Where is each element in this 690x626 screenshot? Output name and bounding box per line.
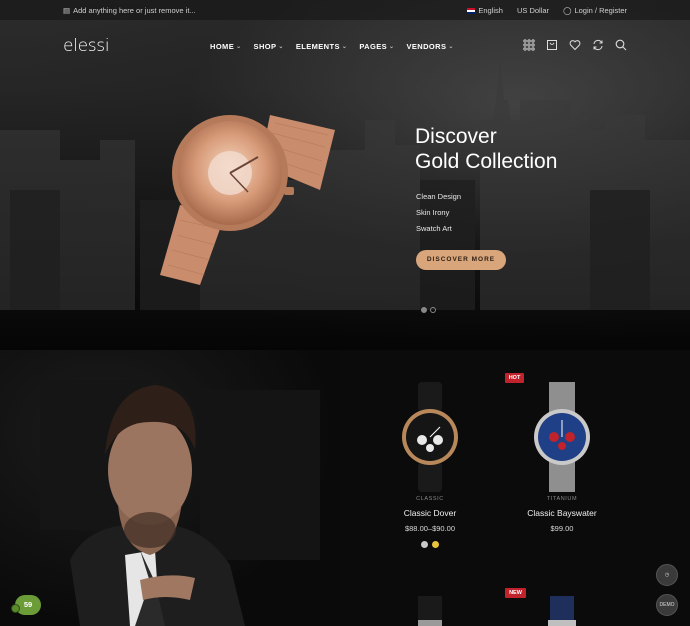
nav-item-elements[interactable]: ELEMENTS ⌄: [296, 42, 347, 51]
gold-watch-image: [160, 115, 335, 285]
watch-image-partial[interactable]: [410, 596, 450, 626]
uk-flag-icon: [467, 7, 476, 14]
site-logo[interactable]: elessi: [63, 36, 110, 56]
nav-item-shop[interactable]: SHOP ⌄: [254, 42, 284, 51]
hero-title-line-1: Discover: [415, 125, 497, 148]
demo-button[interactable]: DEMO: [656, 594, 678, 616]
slider-dot-2[interactable]: [430, 307, 436, 313]
language-selector[interactable]: English: [467, 6, 503, 15]
hero-features: Clean Design Skin Irony Swatch Art: [416, 189, 461, 237]
compare-icon[interactable]: [592, 39, 604, 51]
watch-image-classic-dover[interactable]: [400, 382, 460, 492]
announcement-text: Add anything here or just remove it...: [73, 6, 196, 15]
product-category: CLASSIC: [416, 496, 444, 502]
nav-item-home[interactable]: HOME ⌄: [210, 42, 242, 51]
feature-item: Swatch Art: [416, 224, 452, 233]
product-category: TITANIUM: [546, 496, 578, 502]
new-badge: NEW: [505, 588, 526, 598]
chevron-down-icon: ⌄: [236, 44, 242, 50]
discover-more-button[interactable]: DISCOVER MORE: [416, 250, 506, 270]
color-swatches: [375, 541, 485, 548]
note-icon: ▤: [63, 6, 71, 15]
search-icon[interactable]: [615, 39, 627, 51]
chevron-down-icon: ⌄: [448, 44, 454, 50]
product-card-classic-dover[interactable]: CLASSIC Classic Dover $88.00–$90.00: [375, 496, 485, 548]
header-icons: [523, 39, 627, 51]
feature-item: Skin Irony: [416, 208, 450, 217]
cart-dot-icon: [11, 604, 20, 613]
swatch-gold[interactable]: [432, 541, 439, 548]
hot-badge: HOT: [505, 373, 524, 383]
main-nav: HOME ⌄ SHOP ⌄ ELEMENTS ⌄ PAGES ⌄ VENDORS ⌄: [210, 42, 454, 51]
floating-cart-count[interactable]: 59: [11, 595, 41, 615]
product-grid: CLASSIC Classic Dover $88.00–$90.00 HOT …: [340, 350, 690, 626]
user-icon: ◯: [563, 6, 572, 15]
top-bar: ▤ Add anything here or just remove it...…: [0, 0, 690, 20]
model-portrait-image: [0, 350, 340, 626]
product-price: $88.00–$90.00: [404, 524, 456, 533]
heart-icon[interactable]: [569, 39, 581, 51]
currency-label: US Dollar: [516, 6, 550, 15]
product-name[interactable]: Classic Dover: [375, 508, 485, 518]
clock-icon: ◷: [664, 572, 670, 578]
hero-title-line-2: Gold Collection: [415, 150, 558, 173]
watch-image-classic-bayswater[interactable]: [532, 382, 592, 492]
currency-selector[interactable]: US Dollar: [517, 6, 549, 15]
product-card-classic-bayswater[interactable]: TITANIUM Classic Bayswater $99.00: [507, 496, 617, 533]
chevron-down-icon: ⌄: [341, 44, 348, 50]
cart-icon[interactable]: [546, 39, 558, 51]
feature-item: Clean Design: [416, 192, 462, 201]
site-header: elessi HOME ⌄ SHOP ⌄ ELEMENTS ⌄ PAGES ⌄ VEND…: [0, 20, 690, 72]
chevron-down-icon: ⌄: [278, 44, 284, 50]
slider-dots: [421, 307, 436, 313]
product-name[interactable]: Classic Bayswater: [507, 508, 617, 518]
nav-item-vendors[interactable]: VENDORS ⌄: [406, 42, 453, 51]
slider-dot-1[interactable]: [421, 307, 427, 313]
grid-icon[interactable]: [523, 39, 535, 51]
swatch-silver[interactable]: [421, 541, 428, 548]
hero-title: Discover Gold Collection: [415, 124, 557, 174]
chevron-down-icon: ⌄: [389, 44, 395, 50]
man-portrait-illustration: [40, 380, 320, 626]
product-price: $99.00: [550, 524, 574, 533]
account-link[interactable]: ◯ Login / Register: [563, 6, 627, 15]
history-button[interactable]: ◷: [656, 564, 678, 586]
account-label: Login / Register: [574, 6, 627, 15]
watch-image-partial-blue[interactable]: [540, 596, 584, 626]
nav-item-pages[interactable]: PAGES ⌄: [359, 42, 394, 51]
cart-count: 59: [23, 600, 33, 609]
language-label: English: [478, 6, 503, 15]
